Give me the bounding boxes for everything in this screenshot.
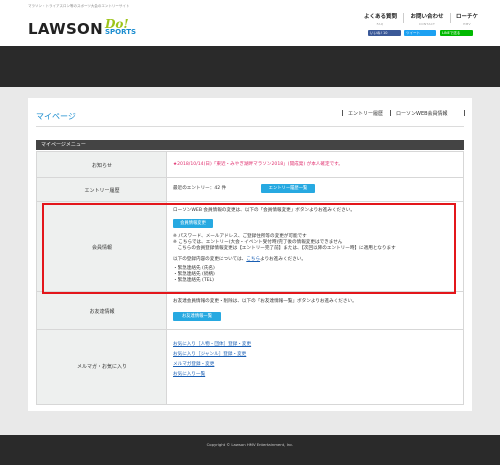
entry-history-label: エントリー履歴 (84, 188, 120, 194)
logo-sports: SPORTS (105, 28, 137, 36)
nav-contact-label: お問い合わせ (410, 14, 444, 20)
topnav-entry-history[interactable]: エントリー履歴 (348, 110, 383, 117)
recent-entries-count: 最近のエントリー：42 件 (173, 186, 227, 191)
friends-info-label: お友達情報 (89, 309, 115, 315)
label-cell: エントリー履歴 (37, 178, 167, 201)
lawson-do-sports-logo[interactable]: LAWSON Do! SPORTS (28, 17, 143, 39)
entry-history-list-button[interactable]: エントリー履歴一覧 (261, 184, 315, 193)
favorite-person-link[interactable]: お気に入り［人物・団体］登録・変更 (173, 342, 251, 348)
tweet-button[interactable]: ツイート (404, 30, 436, 36)
nav-divider (450, 13, 451, 23)
topnav-divider (342, 110, 343, 116)
nav-contact[interactable]: お問い合わせ CONTACT (410, 12, 444, 26)
row-notice: お知らせ ★2018/10/14(日)「東近・みやぎ湖畔マラソン2018」(開成… (37, 152, 463, 178)
favorite-genre-link[interactable]: お気に入り［ジャンル］登録・変更 (173, 352, 246, 358)
newsletter-favorites-label: メルマガ・お気に入り (76, 364, 127, 370)
copyright-text: Copyright © Lawson HMV Entertainment, In… (206, 442, 294, 447)
favorites-list-link[interactable]: お気に入り一覧 (173, 372, 205, 378)
topnav-divider (464, 110, 465, 116)
nav-divider (403, 13, 404, 23)
nav-faq-sub: FAQ (376, 22, 384, 26)
logo-lawson: LAWSON (28, 20, 103, 38)
site-header: マラソン・トライアスロン等のスポーツ大会のエントリーサイト LAWSON Do!… (0, 0, 500, 46)
line-share-button[interactable]: LINEで送る (440, 30, 473, 36)
header-banner-bar (0, 46, 500, 87)
label-cell: メルマガ・お気に入り (37, 330, 167, 404)
label-cell: お友達情報 (37, 292, 167, 329)
row-friends-info: お友達情報 お友達会員情報の変更・削除は、以下の「お友達情報一覧」ボタンよりお進… (37, 292, 463, 330)
title-divider (36, 126, 464, 127)
nav-contact-sub: CONTACT (418, 22, 436, 26)
label-cell: お知らせ (37, 152, 167, 177)
topnav-web-member-info[interactable]: ローソンWEB会員情報 (396, 110, 448, 117)
friends-list-button[interactable]: お友達情報一覧 (173, 312, 221, 321)
row-entry-history: エントリー履歴 最近のエントリー：42 件 エントリー履歴一覧 (37, 178, 463, 202)
row-newsletter-favorites: メルマガ・お気に入り お気に入り［人物・団体］登録・変更 お気に入り［ジャンル］… (37, 330, 463, 404)
notice-label: お知らせ (92, 163, 112, 169)
member-info-highlight (42, 203, 456, 294)
facebook-like-button[interactable]: いいね! 10 (368, 30, 401, 36)
site-tagline: マラソン・トライアスロン等のスポーツ大会のエントリーサイト (28, 4, 130, 8)
nav-lawson-ticket[interactable]: ローチケ HMV (454, 12, 480, 26)
nav-faq[interactable]: よくある質問 FAQ (364, 12, 398, 26)
site-footer: Copyright © Lawson HMV Entertainment, In… (0, 435, 500, 465)
notice-text: ★2018/10/14(日)「東近・みやぎ湖畔マラソン2018」(開成発) が本… (173, 162, 343, 167)
page-title: マイページ (36, 112, 76, 121)
friends-info-text: お友達会員情報の変更・削除は、以下の「お友達情報一覧」ボタンよりお進みください。 (173, 299, 357, 304)
topnav-divider (390, 110, 391, 116)
newsletter-link[interactable]: メルマガ登録・変更 (173, 362, 214, 368)
nav-lawson-ticket-label: ローチケ (455, 14, 478, 20)
nav-faq-label: よくある質問 (364, 14, 398, 20)
menu-heading: マイページメニュー (36, 140, 464, 150)
nav-lawson-ticket-sub: HMV (463, 22, 471, 26)
